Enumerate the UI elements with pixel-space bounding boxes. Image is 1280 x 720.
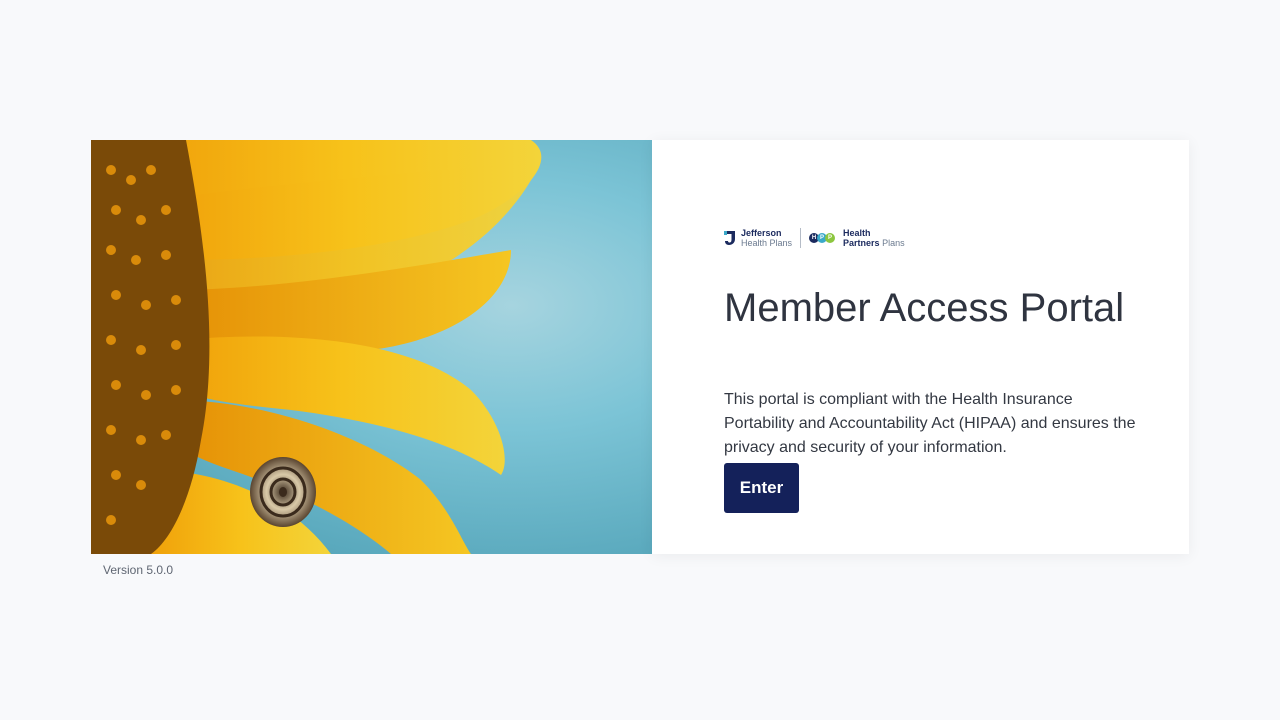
- jefferson-logo-text: Jefferson Health Plans: [741, 228, 792, 248]
- access-card: Jefferson Health Plans H P P Health Part…: [652, 140, 1189, 554]
- logo-divider: [800, 228, 802, 248]
- hpp-logo-line1: Health: [843, 228, 871, 238]
- enter-button[interactable]: Enter: [724, 463, 799, 513]
- hpp-logo-text: Health Partners Plans: [843, 228, 905, 248]
- hpp-logo-line2: Partners Plans: [843, 238, 905, 248]
- login-panel: Jefferson Health Plans H P P Health Part…: [91, 140, 1189, 554]
- hpp-logo-line2-partners: Partners: [843, 238, 880, 248]
- hpp-logo-icon: H P P: [809, 233, 836, 243]
- snail: [250, 457, 316, 527]
- jefferson-logo-line1: Jefferson: [741, 228, 782, 238]
- version-label: Version 5.0.0: [103, 563, 174, 577]
- jefferson-logo-line2: Health Plans: [741, 238, 793, 248]
- hpp-dot-p2: P: [825, 233, 836, 243]
- partner-logos: Jefferson Health Plans H P P Health Part…: [724, 226, 1144, 250]
- page-title: Member Access Portal: [724, 286, 1125, 330]
- sunflower-illustration: [91, 140, 542, 554]
- jefferson-logo-icon: [724, 231, 736, 245]
- hero-image-sunflower: [91, 140, 652, 554]
- hpp-logo-line2-plans: Plans: [882, 238, 905, 248]
- hipaa-description: This portal is compliant with the Health…: [724, 391, 1136, 456]
